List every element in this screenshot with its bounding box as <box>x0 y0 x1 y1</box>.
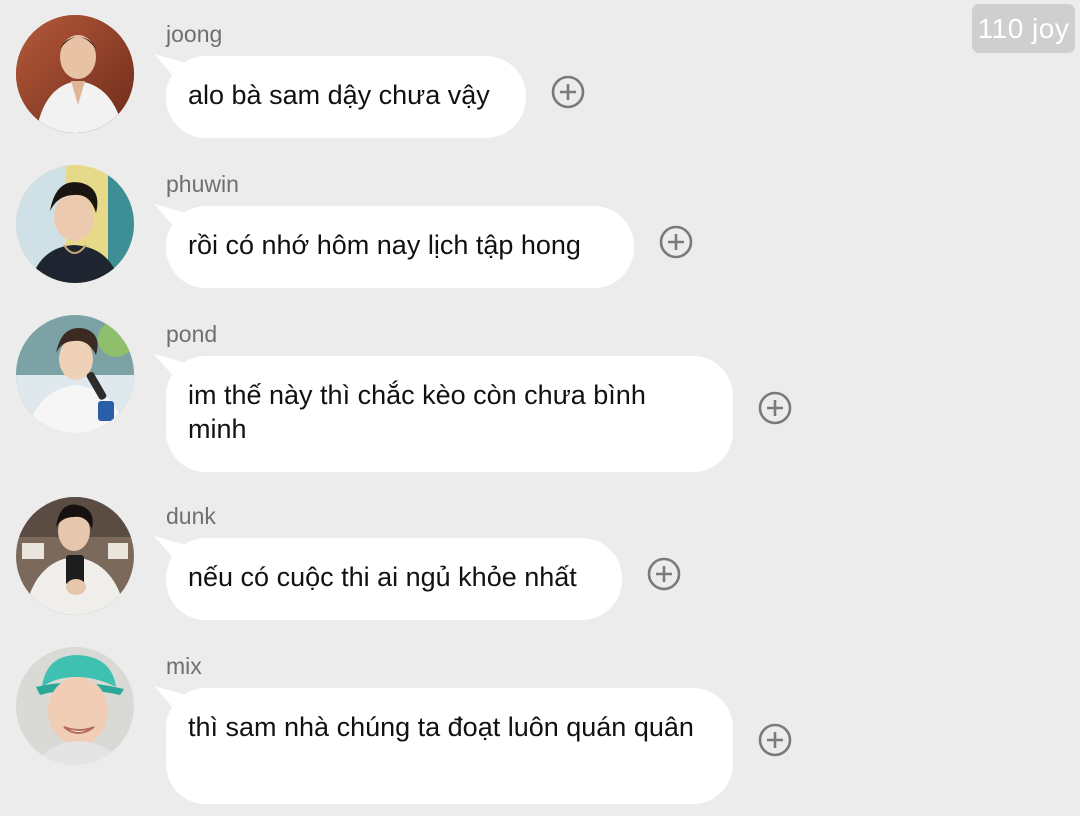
message-bubble[interactable]: im thế này thì chắc kèo còn chưa bình mi… <box>166 356 733 472</box>
chat-message: phuwin rồi có nhớ hôm nay lịch tập hong <box>0 165 1080 288</box>
avatar-mix[interactable] <box>16 647 134 765</box>
sender-name: dunk <box>166 503 216 529</box>
chat-message: joong alo bà sam dậy chưa vậy <box>0 15 1080 138</box>
avatar-phuwin[interactable] <box>16 165 134 283</box>
chat-message: pond im thế này thì chắc kèo còn chưa bì… <box>0 315 1080 472</box>
add-reaction-icon[interactable] <box>551 75 585 109</box>
profile-photo <box>16 165 134 283</box>
sender-name: pond <box>166 321 218 347</box>
avatar-pond[interactable] <box>16 315 134 433</box>
chat-message: dunk nếu có cuộc thi ai ngủ khỏe nhất <box>0 497 1080 620</box>
add-reaction-icon[interactable] <box>659 225 693 259</box>
avatar-dunk[interactable] <box>16 497 134 615</box>
chat-message: mix thì sam nhà chúng ta đoạt luôn quán … <box>0 647 1080 804</box>
message-bubble[interactable]: rồi có nhớ hôm nay lịch tập hong <box>166 206 634 288</box>
profile-photo <box>16 647 134 765</box>
profile-photo <box>16 497 134 615</box>
add-reaction-icon[interactable] <box>758 723 792 757</box>
avatar-joong[interactable] <box>16 15 134 133</box>
message-bubble[interactable]: alo bà sam dậy chưa vậy <box>166 56 526 138</box>
message-bubble[interactable]: thì sam nhà chúng ta đoạt luôn quán quân <box>166 688 733 804</box>
sender-name: joong <box>166 21 223 47</box>
profile-photo <box>16 15 134 133</box>
add-reaction-icon[interactable] <box>647 557 681 591</box>
message-bubble[interactable]: nếu có cuộc thi ai ngủ khỏe nhất <box>166 538 622 620</box>
sender-name: mix <box>166 653 202 679</box>
sender-name: phuwin <box>166 171 239 197</box>
add-reaction-icon[interactable] <box>758 391 792 425</box>
profile-photo <box>16 315 134 433</box>
